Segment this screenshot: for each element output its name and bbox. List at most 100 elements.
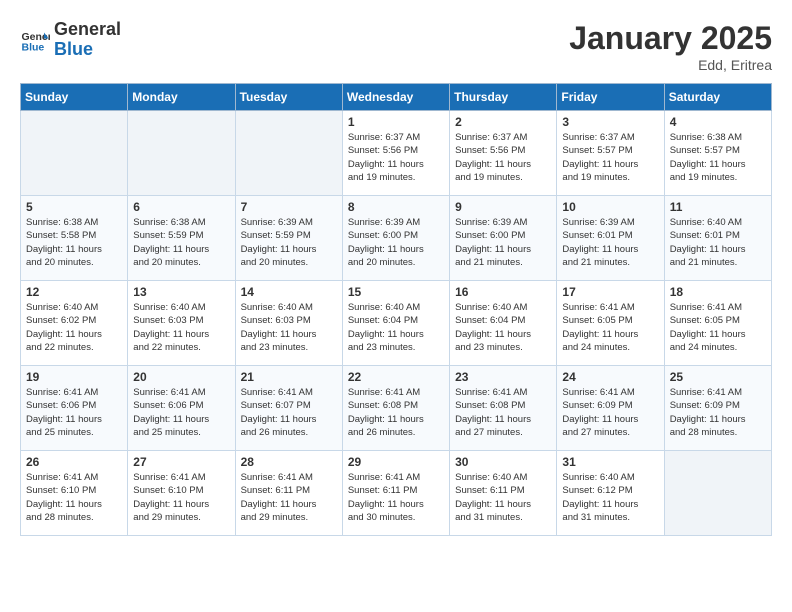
calendar-cell: 17 Sunrise: 6:41 AMSunset: 6:05 PMDayligh… — [557, 281, 664, 366]
calendar-table: SundayMondayTuesdayWednesdayThursdayFrid… — [20, 83, 772, 536]
day-info: Sunrise: 6:41 AMSunset: 6:06 PMDaylight:… — [133, 386, 229, 439]
week-row-0: 1Sunrise: 6:37 AMSunset: 5:56 PMDaylight… — [21, 111, 772, 196]
day-info: Sunrise: 6:40 AMSunset: 6:11 PMDaylight:… — [455, 471, 551, 524]
day-info: Sunrise: 6:41 AMSunset: 6:05 PMDaylight:… — [670, 301, 766, 354]
day-info: Sunrise: 6:41 AMSunset: 6:10 PMDaylight:… — [133, 471, 229, 524]
calendar-header-row: SundayMondayTuesdayWednesdayThursdayFrid… — [21, 84, 772, 111]
day-info: Sunrise: 6:41 AMSunset: 6:09 PMDaylight:… — [562, 386, 658, 439]
day-number: 25 — [670, 370, 766, 384]
day-number: 18 — [670, 285, 766, 299]
location-subtitle: Edd, Eritrea — [569, 57, 772, 73]
day-number: 15 — [348, 285, 444, 299]
day-number: 30 — [455, 455, 551, 469]
day-info: Sunrise: 6:38 AMSunset: 5:57 PMDaylight:… — [670, 131, 766, 184]
calendar-cell: 3Sunrise: 6:37 AMSunset: 5:57 PMDaylight… — [557, 111, 664, 196]
day-number: 4 — [670, 115, 766, 129]
month-title: January 2025 — [569, 20, 772, 57]
day-info: Sunrise: 6:41 AMSunset: 6:11 PMDaylight:… — [241, 471, 337, 524]
logo-icon: General Blue — [20, 25, 50, 55]
day-number: 14 — [241, 285, 337, 299]
day-info: Sunrise: 6:38 AMSunset: 5:59 PMDaylight:… — [133, 216, 229, 269]
day-info: Sunrise: 6:39 AMSunset: 6:00 PMDaylight:… — [348, 216, 444, 269]
calendar-cell: 18 Sunrise: 6:41 AMSunset: 6:05 PMDayligh… — [664, 281, 771, 366]
header-thursday: Thursday — [450, 84, 557, 111]
day-info: Sunrise: 6:39 AMSunset: 6:00 PMDaylight:… — [455, 216, 551, 269]
day-info: Sunrise: 6:41 AMSunset: 6:09 PMDaylight:… — [670, 386, 766, 439]
calendar-cell: 2 Sunrise: 6:37 AMSunset: 5:56 PMDaylight… — [450, 111, 557, 196]
day-info: Sunrise: 6:40 AMSunset: 6:03 PMDaylight:… — [241, 301, 337, 354]
day-number: 29 — [348, 455, 444, 469]
day-number: 28 — [241, 455, 337, 469]
day-info: Sunrise: 6:40 AMSunset: 6:04 PMDaylight:… — [348, 301, 444, 354]
logo-text: General Blue — [54, 20, 121, 60]
day-number: 31 — [562, 455, 658, 469]
day-number: 8 — [348, 200, 444, 214]
page-header: General Blue General Blue January 2025 E… — [20, 20, 772, 73]
week-row-2: 12 Sunrise: 6:40 AMSunset: 6:02 PMDayligh… — [21, 281, 772, 366]
day-number: 12 — [26, 285, 122, 299]
header-friday: Friday — [557, 84, 664, 111]
day-number: 6 — [133, 200, 229, 214]
calendar-cell: 30 Sunrise: 6:40 AMSunset: 6:11 PMDayligh… — [450, 451, 557, 536]
calendar-cell: 25 Sunrise: 6:41 AMSunset: 6:09 PMDayligh… — [664, 366, 771, 451]
calendar-cell: 24 Sunrise: 6:41 AMSunset: 6:09 PMDayligh… — [557, 366, 664, 451]
header-tuesday: Tuesday — [235, 84, 342, 111]
calendar-cell: 12 Sunrise: 6:40 AMSunset: 6:02 PMDayligh… — [21, 281, 128, 366]
calendar-cell: 26 Sunrise: 6:41 AMSunset: 6:10 PMDayligh… — [21, 451, 128, 536]
day-info: Sunrise: 6:41 AMSunset: 6:06 PMDaylight:… — [26, 386, 122, 439]
day-info: Sunrise: 6:37 AMSunset: 5:56 PMDaylight:… — [455, 131, 551, 184]
calendar-cell: 23 Sunrise: 6:41 AMSunset: 6:08 PMDayligh… — [450, 366, 557, 451]
calendar-cell — [128, 111, 235, 196]
calendar-cell: 19 Sunrise: 6:41 AMSunset: 6:06 PMDayligh… — [21, 366, 128, 451]
day-info: Sunrise: 6:41 AMSunset: 6:07 PMDaylight:… — [241, 386, 337, 439]
day-info: Sunrise: 6:40 AMSunset: 6:12 PMDaylight:… — [562, 471, 658, 524]
header-monday: Monday — [128, 84, 235, 111]
day-info: Sunrise: 6:38 AMSunset: 5:58 PMDaylight:… — [26, 216, 122, 269]
calendar-cell: 14 Sunrise: 6:40 AMSunset: 6:03 PMDayligh… — [235, 281, 342, 366]
calendar-cell: 10 Sunrise: 6:39 AMSunset: 6:01 PMDayligh… — [557, 196, 664, 281]
day-info: Sunrise: 6:41 AMSunset: 6:08 PMDaylight:… — [455, 386, 551, 439]
day-number: 21 — [241, 370, 337, 384]
day-number: 7 — [241, 200, 337, 214]
week-row-1: 5Sunrise: 6:38 AMSunset: 5:58 PMDaylight… — [21, 196, 772, 281]
day-number: 23 — [455, 370, 551, 384]
day-number: 26 — [26, 455, 122, 469]
header-sunday: Sunday — [21, 84, 128, 111]
day-info: Sunrise: 6:39 AMSunset: 5:59 PMDaylight:… — [241, 216, 337, 269]
calendar-cell — [235, 111, 342, 196]
day-number: 27 — [133, 455, 229, 469]
day-number: 17 — [562, 285, 658, 299]
day-number: 10 — [562, 200, 658, 214]
day-info: Sunrise: 6:41 AMSunset: 6:05 PMDaylight:… — [562, 301, 658, 354]
calendar-cell: 9Sunrise: 6:39 AMSunset: 6:00 PMDaylight… — [450, 196, 557, 281]
day-number: 13 — [133, 285, 229, 299]
day-info: Sunrise: 6:40 AMSunset: 6:02 PMDaylight:… — [26, 301, 122, 354]
calendar-cell: 4 Sunrise: 6:38 AMSunset: 5:57 PMDaylight… — [664, 111, 771, 196]
calendar-cell: 16Sunrise: 6:40 AMSunset: 6:04 PMDayligh… — [450, 281, 557, 366]
calendar-cell: 15 Sunrise: 6:40 AMSunset: 6:04 PMDayligh… — [342, 281, 449, 366]
week-row-3: 19 Sunrise: 6:41 AMSunset: 6:06 PMDayligh… — [21, 366, 772, 451]
calendar-cell: 11Sunrise: 6:40 AMSunset: 6:01 PMDayligh… — [664, 196, 771, 281]
day-number: 11 — [670, 200, 766, 214]
calendar-cell: 29 Sunrise: 6:41 AMSunset: 6:11 PMDayligh… — [342, 451, 449, 536]
calendar-cell: 20 Sunrise: 6:41 AMSunset: 6:06 PMDayligh… — [128, 366, 235, 451]
calendar-cell: 31 Sunrise: 6:40 AMSunset: 6:12 PMDayligh… — [557, 451, 664, 536]
calendar-cell: 8 Sunrise: 6:39 AMSunset: 6:00 PMDaylight… — [342, 196, 449, 281]
day-info: Sunrise: 6:39 AMSunset: 6:01 PMDaylight:… — [562, 216, 658, 269]
calendar-cell: 1Sunrise: 6:37 AMSunset: 5:56 PMDaylight… — [342, 111, 449, 196]
day-info: Sunrise: 6:37 AMSunset: 5:57 PMDaylight:… — [562, 131, 658, 184]
day-info: Sunrise: 6:41 AMSunset: 6:10 PMDaylight:… — [26, 471, 122, 524]
calendar-cell — [664, 451, 771, 536]
day-number: 2 — [455, 115, 551, 129]
day-number: 20 — [133, 370, 229, 384]
day-number: 19 — [26, 370, 122, 384]
calendar-cell: 21 Sunrise: 6:41 AMSunset: 6:07 PMDayligh… — [235, 366, 342, 451]
day-number: 24 — [562, 370, 658, 384]
svg-text:Blue: Blue — [22, 41, 45, 53]
calendar-cell: 28 Sunrise: 6:41 AMSunset: 6:11 PMDayligh… — [235, 451, 342, 536]
day-info: Sunrise: 6:40 AMSunset: 6:03 PMDaylight:… — [133, 301, 229, 354]
header-wednesday: Wednesday — [342, 84, 449, 111]
day-info: Sunrise: 6:41 AMSunset: 6:11 PMDaylight:… — [348, 471, 444, 524]
week-row-4: 26 Sunrise: 6:41 AMSunset: 6:10 PMDayligh… — [21, 451, 772, 536]
calendar-cell: 13 Sunrise: 6:40 AMSunset: 6:03 PMDayligh… — [128, 281, 235, 366]
